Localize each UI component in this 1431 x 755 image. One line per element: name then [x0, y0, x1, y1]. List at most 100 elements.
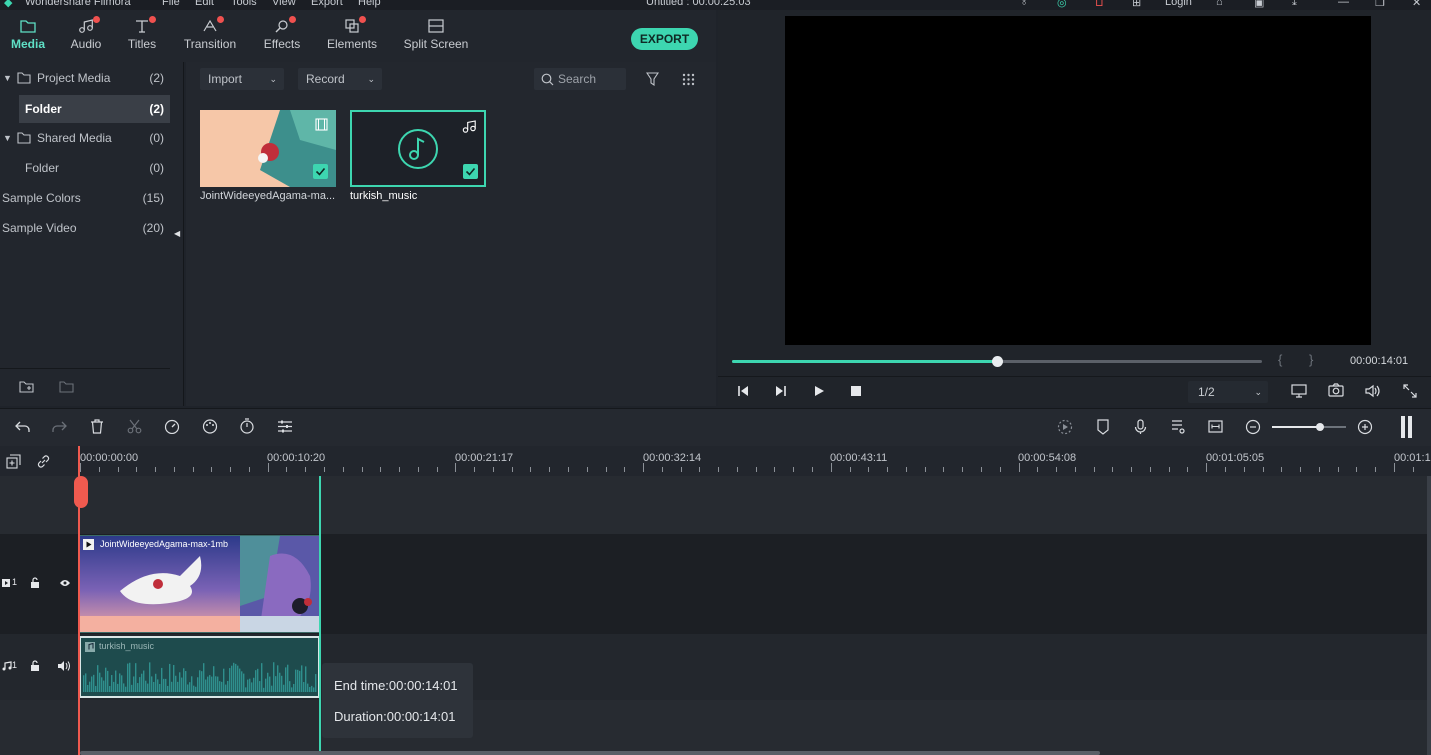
close-icon[interactable]: ✕ — [1412, 0, 1421, 9]
zoom-in-icon[interactable] — [1357, 419, 1373, 435]
menu-export[interactable]: Export — [311, 0, 343, 8]
tab-media[interactable]: Media — [6, 16, 50, 58]
filter-icon[interactable] — [646, 72, 659, 86]
media-item-video[interactable] — [200, 110, 336, 187]
caret-down-icon[interactable]: ▼ — [3, 124, 12, 152]
undo-icon[interactable] — [15, 420, 31, 434]
timeline-ruler[interactable]: 00:00:00:00 00:00:10:20 00:00:21:17 00:0… — [0, 446, 1431, 476]
lightbulb-icon[interactable]: ♁ — [1020, 0, 1028, 8]
step-forward-icon[interactable] — [775, 385, 787, 397]
microphone-icon[interactable] — [1134, 419, 1147, 435]
waveform-bar — [281, 675, 283, 692]
library-folder-selected[interactable]: Folder (2) — [19, 95, 170, 123]
preview-progress-bar[interactable] — [732, 356, 1262, 367]
vertical-scrollbar[interactable] — [1427, 476, 1431, 755]
marker-icon[interactable] — [1096, 419, 1110, 435]
fullscreen-icon[interactable] — [1403, 384, 1417, 398]
waveform-bar — [151, 676, 153, 692]
display-icon[interactable] — [1291, 384, 1307, 398]
render-icon[interactable] — [1057, 419, 1073, 435]
mark-out-button[interactable]: } — [1309, 352, 1313, 367]
color-palette-icon[interactable] — [202, 419, 218, 434]
speed-icon[interactable] — [164, 419, 180, 434]
speaker-icon[interactable] — [58, 661, 70, 671]
waveform-bar — [173, 665, 175, 692]
audio-clip-name: turkish_music — [99, 641, 155, 651]
library-project-media[interactable]: ▼ Project Media (2) — [0, 64, 170, 92]
waveform-bar — [121, 675, 123, 692]
tab-audio[interactable]: Audio — [66, 16, 106, 58]
library-sample-video[interactable]: Sample Video (20) — [0, 214, 170, 242]
media-item-audio[interactable] — [350, 110, 486, 187]
menu-view[interactable]: View — [272, 0, 296, 8]
ruler-label: 00:00:10:20 — [267, 452, 326, 464]
video-clip[interactable]: JointWideeyedAgama-max-1mb — [79, 535, 320, 633]
record-dropdown[interactable]: Record ⌄ — [298, 68, 382, 90]
eye-icon[interactable] — [59, 579, 71, 587]
horizontal-scrollbar[interactable] — [80, 751, 1100, 755]
library-shared-folder[interactable]: Folder (0) — [0, 154, 170, 182]
pause-icon[interactable] — [1401, 416, 1413, 438]
preview-screen[interactable] — [785, 16, 1371, 345]
waveform-bar — [155, 673, 157, 692]
mark-in-button[interactable]: { — [1278, 352, 1282, 367]
stop-icon[interactable] — [851, 386, 861, 396]
add-track-icon[interactable] — [6, 454, 21, 469]
link-icon[interactable] — [36, 454, 51, 469]
menu-edit[interactable]: Edit — [195, 0, 214, 8]
library-sample-colors[interactable]: Sample Colors (15) — [0, 184, 170, 212]
tab-elements[interactable]: Elements — [324, 16, 380, 58]
delete-icon[interactable] — [90, 419, 104, 434]
step-back-icon[interactable] — [737, 385, 749, 397]
grid-view-icon[interactable] — [682, 73, 695, 86]
gift-icon[interactable]: ⊞ — [1132, 0, 1141, 9]
login-button[interactable]: Login — [1165, 0, 1192, 8]
playhead-handle[interactable] — [74, 476, 88, 508]
ruler-tick — [1187, 467, 1189, 472]
cart-icon[interactable]: ⊔ — [1095, 0, 1104, 9]
tab-effects[interactable]: Effects — [261, 16, 303, 58]
tab-transition[interactable]: Transition — [180, 16, 240, 58]
caret-down-icon[interactable]: ▼ — [3, 64, 12, 92]
collapse-panel-icon[interactable]: ◀ — [174, 229, 180, 238]
minimize-icon[interactable]: — — [1338, 0, 1349, 8]
transition-icon — [180, 16, 240, 36]
save-icon[interactable]: ▣ — [1254, 0, 1264, 9]
new-folder-icon[interactable] — [19, 380, 34, 393]
folder-icon[interactable] — [59, 380, 74, 393]
play-icon[interactable] — [813, 385, 825, 397]
voiceover-list-icon[interactable] — [1171, 419, 1186, 434]
lock-icon[interactable] — [30, 577, 40, 589]
adjust-icon[interactable] — [277, 419, 293, 434]
zoom-out-icon[interactable] — [1245, 419, 1261, 435]
fit-timeline-icon[interactable] — [1208, 420, 1223, 433]
menu-file[interactable]: File — [162, 0, 180, 8]
maximize-icon[interactable]: ❐ — [1375, 0, 1385, 9]
tab-titles[interactable]: Titles — [122, 16, 162, 58]
ruler-tick — [718, 467, 720, 472]
waveform-bar — [85, 673, 87, 692]
zoom-handle[interactable] — [1316, 423, 1325, 431]
tab-split-screen[interactable]: Split Screen — [402, 16, 470, 58]
zoom-slider[interactable] — [1272, 423, 1346, 431]
volume-icon[interactable] — [1365, 384, 1381, 398]
home-icon[interactable]: ⌂ — [1216, 0, 1223, 8]
snapshot-icon[interactable] — [1328, 383, 1344, 397]
menu-tools[interactable]: Tools — [231, 0, 257, 8]
audio-clip[interactable]: turkish_music — [79, 636, 320, 698]
progress-handle[interactable] — [992, 356, 1003, 367]
timer-icon[interactable] — [239, 418, 255, 434]
lock-icon[interactable] — [30, 660, 40, 672]
import-dropdown[interactable]: Import ⌄ — [200, 68, 284, 90]
library-shared-media[interactable]: ▼ Shared Media (0) — [0, 124, 170, 152]
quality-select[interactable]: 1/2 ⌄ — [1188, 381, 1268, 403]
download-icon[interactable]: ⤓ — [1292, 0, 1297, 9]
support-icon[interactable]: ◎ — [1057, 0, 1067, 9]
redo-icon[interactable] — [51, 420, 67, 434]
search-input[interactable]: Search — [534, 68, 626, 90]
waveform-bar — [207, 676, 209, 692]
waveform-bar — [283, 684, 285, 692]
menu-help[interactable]: Help — [358, 0, 381, 8]
cut-icon[interactable] — [127, 419, 142, 434]
export-button[interactable]: EXPORT — [631, 28, 698, 50]
